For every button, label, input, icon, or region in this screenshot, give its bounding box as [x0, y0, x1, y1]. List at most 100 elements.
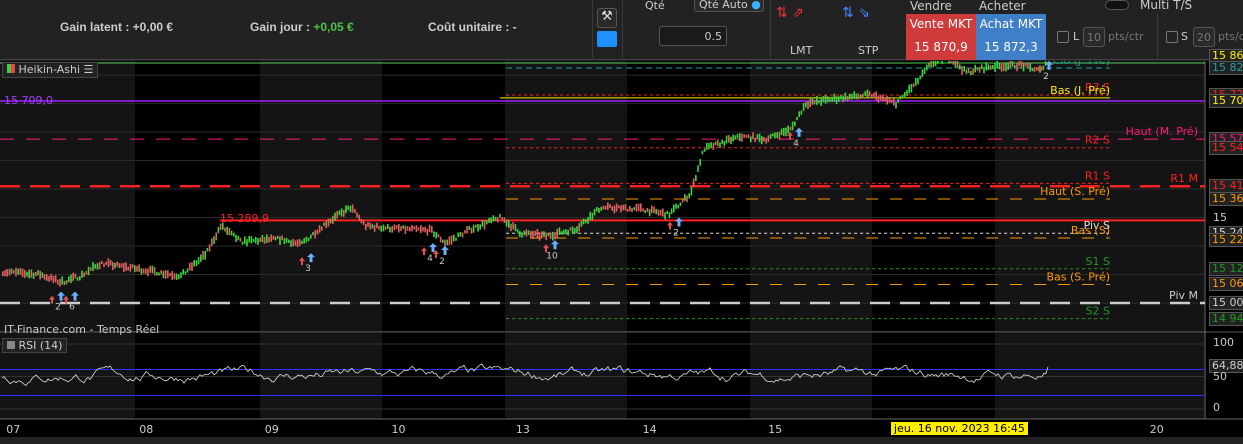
heikin-ashi-candle	[609, 204, 611, 209]
heikin-ashi-candle	[1007, 62, 1009, 70]
session-band	[0, 61, 135, 419]
heikin-ashi-candle	[714, 141, 717, 146]
heikin-ashi-candle	[387, 224, 389, 229]
keyboard-icon[interactable]	[597, 31, 617, 47]
heikin-ashi-candle	[899, 95, 902, 100]
chart-type-label: Heikin-Ashi	[18, 63, 81, 76]
heikin-ashi-candle	[846, 95, 849, 102]
heikin-ashi-candle	[244, 236, 246, 244]
heikin-ashi-candle	[127, 266, 129, 271]
heikin-ashi-candle	[268, 236, 270, 243]
s-input[interactable]: 20	[1193, 27, 1215, 47]
heikin-ashi-candle	[261, 235, 264, 243]
heikin-ashi-candle	[156, 272, 158, 276]
rsi-indicator-label[interactable]: RSI (14)	[2, 338, 68, 353]
heikin-ashi-candle	[470, 227, 473, 234]
limit-order-icons[interactable]: ⇅ ⇗	[776, 5, 804, 21]
wrench-icon[interactable]: ⚒	[597, 8, 617, 28]
heikin-ashi-candle	[732, 134, 734, 142]
heikin-ashi-candle	[824, 94, 827, 104]
heikin-ashi-candle	[578, 223, 580, 232]
heikin-ashi-candle	[655, 209, 657, 215]
l-checkbox[interactable]	[1057, 31, 1069, 43]
heikin-ashi-candle	[941, 61, 943, 65]
heikin-ashi-candle	[523, 230, 525, 236]
heikin-ashi-candle	[904, 91, 906, 97]
heikin-ashi-candle	[281, 235, 283, 241]
l-input[interactable]: 10	[1083, 27, 1105, 47]
heikin-ashi-candle	[68, 276, 70, 283]
price-axis-label: 15 22	[1209, 233, 1243, 248]
heikin-ashi-candle	[360, 218, 363, 224]
qte-auto-button[interactable]: Qté Auto ●	[694, 0, 764, 12]
s-checkbox[interactable]	[1166, 31, 1178, 43]
heikin-ashi-candle	[505, 219, 508, 227]
heikin-ashi-candle	[750, 136, 752, 143]
heikin-ashi-candle	[633, 207, 635, 211]
heikin-ashi-candle	[400, 226, 402, 231]
heikin-ashi-candle	[134, 265, 136, 273]
heikin-ashi-candle	[1003, 62, 1005, 72]
heikin-ashi-candle	[8, 268, 11, 276]
heikin-ashi-candle	[1027, 62, 1029, 69]
heikin-ashi-candle	[976, 67, 979, 71]
heikin-ashi-candle	[774, 132, 776, 139]
heikin-ashi-candle	[972, 68, 974, 75]
stop-order-icons[interactable]: ⇅ ⇘	[842, 5, 870, 21]
heikin-ashi-candle	[151, 265, 154, 274]
buy-market-button[interactable]: Achat MKT 15 872,3	[976, 14, 1046, 60]
heikin-ashi-candle	[316, 229, 319, 235]
heikin-ashi-candle	[35, 272, 37, 277]
heikin-ashi-candle	[237, 235, 239, 241]
heikin-ashi-candle	[915, 77, 917, 86]
chart-type-selector[interactable]: Heikin-Ashi ☰	[2, 62, 99, 78]
heikin-ashi-candle	[321, 226, 323, 231]
price-chart[interactable]: Clo (J. Pré)R3 SBas (J. Pré)Haut (M. Pré…	[0, 61, 1243, 444]
heikin-ashi-candle	[525, 229, 528, 237]
sell-market-button[interactable]: Vente MKT 15 870,9	[906, 14, 976, 60]
heikin-ashi-candle	[695, 175, 697, 182]
heikin-ashi-candle	[184, 271, 187, 275]
heikin-ashi-candle	[461, 232, 464, 238]
heikin-ashi-candle	[164, 269, 167, 279]
heikin-ashi-candle	[954, 61, 957, 68]
price-axis-label: 15 82	[1209, 60, 1243, 75]
trade-count: 2	[55, 303, 61, 313]
heikin-ashi-candle	[796, 116, 798, 121]
qte-input[interactable]: 0.5	[659, 26, 727, 46]
list-icon[interactable]: ☰	[84, 63, 94, 76]
trade-count: 6	[69, 303, 75, 313]
heikin-ashi-candle	[468, 225, 470, 231]
pivot-level-label: Clo (J. Pré)	[1053, 61, 1110, 67]
sell-price: 15 870,9	[914, 40, 968, 54]
heikin-ashi-candle	[754, 137, 756, 142]
heikin-ashi-candle	[908, 84, 910, 94]
heikin-ashi-candle	[959, 64, 961, 70]
heikin-ashi-candle	[404, 225, 407, 235]
heikin-ashi-candle	[439, 236, 442, 243]
price-axis-label: 15 00	[1209, 296, 1243, 310]
heikin-ashi-candle	[719, 142, 721, 148]
heikin-ashi-candle	[279, 236, 281, 245]
heikin-ashi-candle	[653, 206, 655, 214]
heikin-ashi-candle	[1005, 63, 1007, 72]
heikin-ashi-candle	[147, 268, 149, 277]
heikin-ashi-candle	[409, 227, 411, 232]
heikin-ashi-candle	[272, 235, 275, 240]
heikin-ashi-candle	[545, 232, 547, 240]
bottom-bar	[0, 437, 1243, 444]
gain-latent: Gain latent : +0,00 €	[60, 20, 174, 34]
heikin-ashi-candle	[362, 220, 365, 225]
level-15289: 15 289,9	[220, 212, 269, 225]
buy-label: Achat MKT	[979, 17, 1043, 31]
chart-area[interactable]: Clo (J. Pré)R3 SBas (J. Pré)Haut (M. Pré…	[0, 48, 1243, 444]
heikin-ashi-candle	[224, 227, 226, 232]
heikin-ashi-candle	[54, 275, 57, 283]
heikin-ashi-candle	[882, 94, 884, 102]
multi-ts-toggle[interactable]	[1105, 0, 1129, 10]
price-axis-label: 15 12	[1209, 261, 1243, 276]
heikin-ashi-candle	[1029, 62, 1031, 72]
heikin-ashi-candle	[153, 267, 156, 276]
heikin-ashi-candle	[818, 100, 820, 104]
heikin-ashi-candle	[492, 215, 495, 222]
